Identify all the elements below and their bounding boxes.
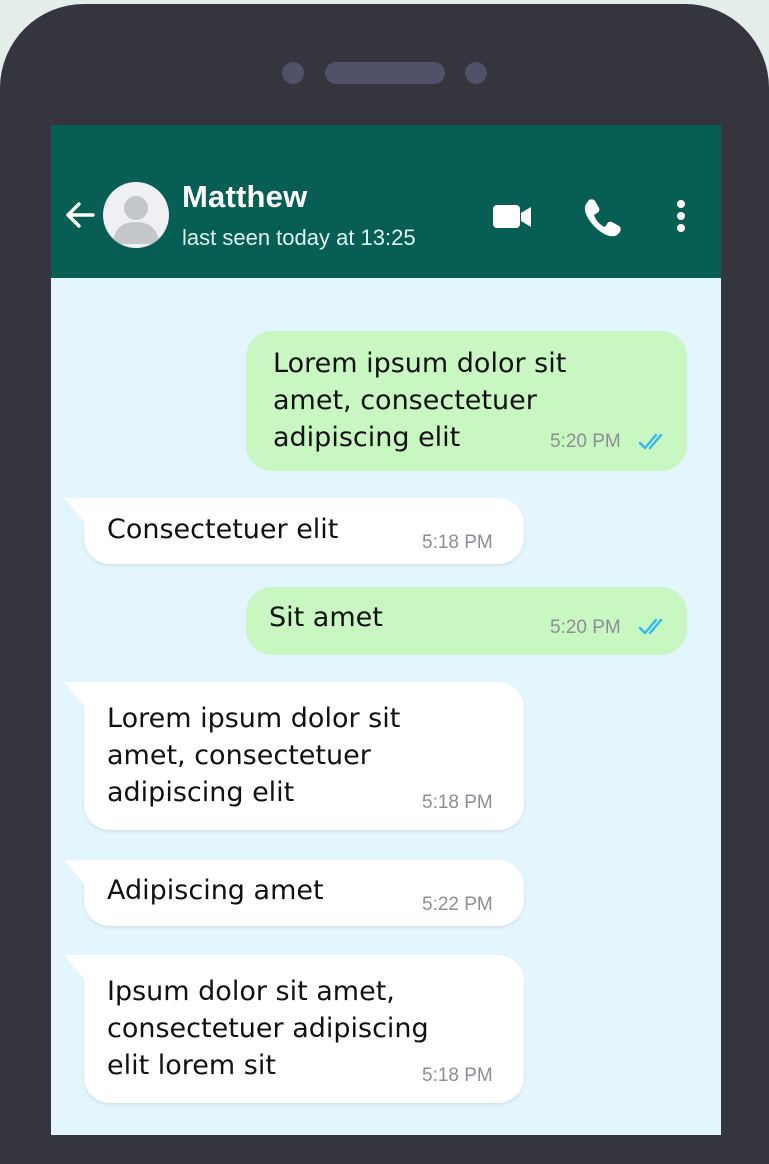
message-bubble-incoming[interactable]: Ipsum dolor sit amet, consectetuer adipi… bbox=[64, 955, 524, 1103]
message-time: 5:18 PM bbox=[422, 792, 493, 813]
contact-name[interactable]: Matthew bbox=[182, 179, 307, 215]
user-silhouette-icon bbox=[112, 196, 160, 244]
front-camera-dot bbox=[282, 62, 304, 84]
vertical-ellipsis-icon[interactable] bbox=[659, 195, 703, 239]
phone-icon[interactable] bbox=[580, 195, 624, 239]
phone-earpiece bbox=[0, 58, 769, 88]
speaker-grill bbox=[325, 62, 445, 84]
message-text: Lorem ipsum dolor sit amet, consectetuer… bbox=[273, 348, 567, 453]
message-text: Sit amet bbox=[269, 602, 383, 633]
bubble-tail bbox=[64, 955, 86, 981]
contact-status: last seen today at 13:25 bbox=[182, 225, 416, 250]
message-bubble-outgoing[interactable]: Lorem ipsum dolor sit amet, consectetuer… bbox=[246, 331, 687, 471]
message-time: 5:20 PM bbox=[550, 617, 621, 638]
bubble-tail bbox=[64, 860, 86, 886]
message-time: 5:22 PM bbox=[422, 894, 493, 915]
chat-screen: Matthew last seen today at 13:25 Lorem i… bbox=[51, 125, 721, 1135]
chat-header: Matthew last seen today at 13:25 bbox=[51, 125, 721, 278]
message-time: 5:20 PM bbox=[550, 431, 621, 452]
message-text: Consectetuer elit bbox=[107, 514, 339, 545]
message-text: Ipsum dolor sit amet, consectetuer adipi… bbox=[107, 976, 429, 1081]
video-camera-icon[interactable] bbox=[491, 195, 535, 239]
message-bubble-outgoing[interactable]: Sit amet 5:20 PM bbox=[246, 587, 687, 655]
message-time: 5:18 PM bbox=[422, 1065, 493, 1086]
bubble-tail bbox=[64, 682, 86, 708]
message-time: 5:18 PM bbox=[422, 532, 493, 553]
message-bubble-incoming[interactable]: Consectetuer elit 5:18 PM bbox=[64, 498, 524, 564]
bubble-tail bbox=[64, 498, 86, 524]
message-text: Adipiscing amet bbox=[107, 875, 324, 906]
double-check-icon bbox=[638, 433, 663, 450]
message-bubble-incoming[interactable]: Adipiscing amet 5:22 PM bbox=[64, 860, 524, 926]
message-bubble-incoming[interactable]: Lorem ipsum dolor sit amet, consectetuer… bbox=[64, 682, 524, 830]
sensor-dot bbox=[465, 62, 487, 84]
arrow-left-icon[interactable] bbox=[63, 198, 97, 232]
avatar[interactable] bbox=[103, 182, 169, 248]
message-text: Lorem ipsum dolor sit amet, consectetuer… bbox=[107, 703, 401, 808]
double-check-icon bbox=[638, 618, 663, 635]
